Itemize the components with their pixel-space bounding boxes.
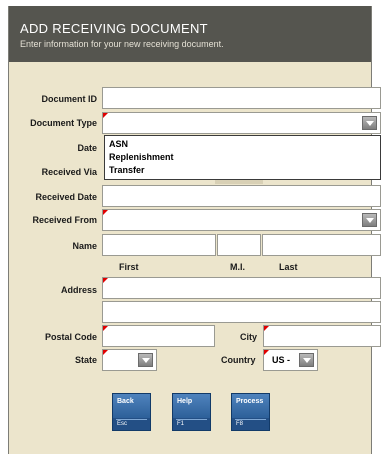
process-button-label: Process [236,398,264,405]
dialog-header: ADD RECEIVING DOCUMENT Enter information… [9,6,371,62]
address-line1-input[interactable] [102,277,381,299]
postal-code-input[interactable] [102,325,215,347]
last-name-input[interactable] [262,234,381,256]
middle-initial-input[interactable] [217,234,261,256]
chevron-down-icon[interactable] [299,353,314,367]
country-value: US - [272,355,290,365]
received-date-label: Received Date [35,192,97,202]
process-button[interactable]: Process F8 [231,393,270,431]
received-from-label: Received From [32,215,97,225]
back-button[interactable]: Back Esc [112,393,151,431]
state-label: State [74,355,97,365]
name-label: Name [72,241,97,251]
received-via-label: Received Via [41,167,97,177]
mi-sublabel: M.I. [230,262,245,272]
date-label: Date [77,143,97,153]
option-replenishment[interactable]: Replenishment [109,152,174,162]
address-line2-input[interactable] [102,301,381,323]
help-button-key: F1 [173,418,210,430]
back-button-key: Esc [113,418,150,430]
process-button-key: F8 [232,418,269,430]
dialog-title: ADD RECEIVING DOCUMENT [20,21,208,36]
chevron-down-icon[interactable] [138,353,153,367]
city-label: City [240,332,258,342]
document-id-label: Document ID [41,94,97,104]
received-from-select[interactable] [102,209,381,231]
document-type-select[interactable] [102,112,381,134]
first-sublabel: First [119,262,139,272]
first-name-input[interactable] [102,234,216,256]
country-label: Country [221,355,256,365]
option-transfer[interactable]: Transfer [109,165,145,175]
last-sublabel: Last [279,262,298,272]
document-type-dropdown-list: ASN Replenishment Transfer [104,135,381,180]
document-id-input[interactable] [102,87,381,109]
help-button[interactable]: Help F1 [172,393,211,431]
option-asn[interactable]: ASN [109,139,128,149]
state-select[interactable] [102,349,157,371]
postal-code-label: Postal Code [44,332,97,342]
chevron-down-icon[interactable] [362,116,377,130]
dialog-subtitle: Enter information for your new receiving… [20,39,224,49]
back-button-label: Back [117,398,134,405]
received-date-input[interactable] [102,185,381,207]
country-select[interactable]: US - [263,349,318,371]
city-input[interactable] [263,325,381,347]
document-type-label: Document Type [30,118,97,128]
chevron-down-icon[interactable] [362,213,377,227]
address-label: Address [60,285,97,295]
help-button-label: Help [177,398,193,405]
